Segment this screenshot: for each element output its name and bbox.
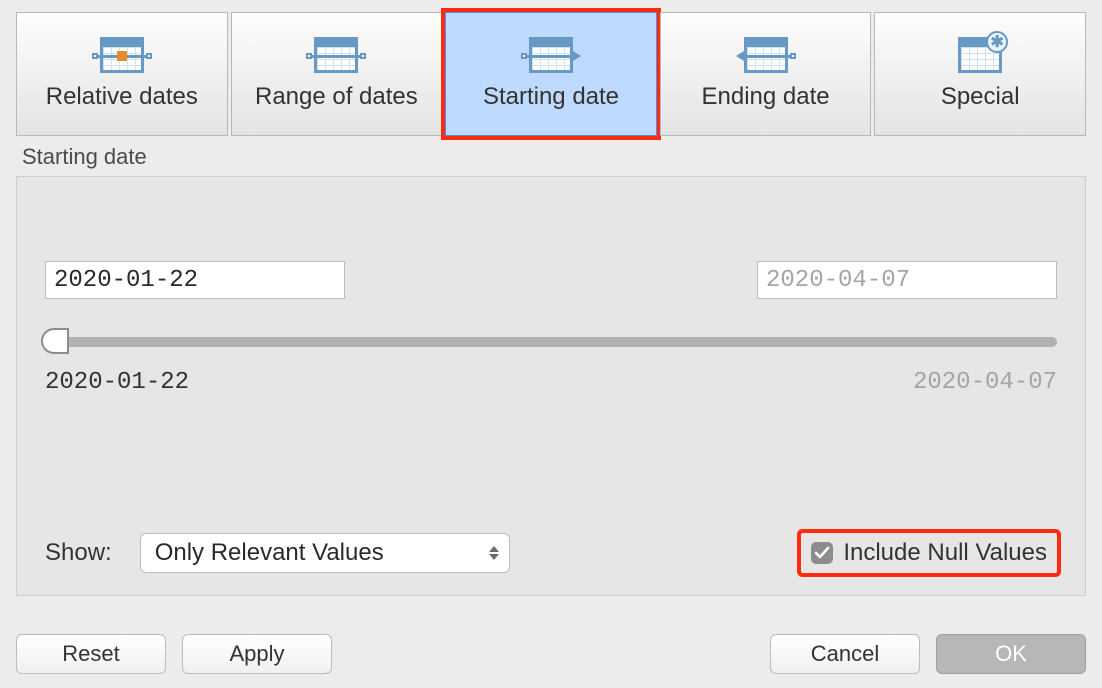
calendar-end-icon <box>744 37 788 73</box>
include-null-label: Include Null Values <box>843 539 1047 567</box>
start-date-input[interactable] <box>45 261 345 299</box>
show-select-value: Only Relevant Values <box>155 539 384 567</box>
show-label: Show: <box>45 539 112 567</box>
tab-range-of-dates[interactable]: Range of dates <box>231 12 443 136</box>
tab-relative-dates[interactable]: Relative dates <box>16 12 228 136</box>
slider-labels: 2020-01-22 2020-04-07 <box>45 369 1057 396</box>
slider-track <box>53 337 1057 347</box>
cancel-button[interactable]: Cancel <box>770 634 920 674</box>
date-filter-dialog: Relative dates Range of dates Starting d… <box>0 0 1102 688</box>
calendar-range-icon <box>314 37 358 73</box>
slider-start-label: 2020-01-22 <box>45 369 189 396</box>
filter-type-tabs: Relative dates Range of dates Starting d… <box>16 12 1086 136</box>
section-title: Starting date <box>22 144 1086 170</box>
check-icon <box>814 545 830 561</box>
show-select[interactable]: Only Relevant Values <box>140 533 510 573</box>
date-inputs-row <box>45 261 1057 299</box>
dialog-footer: Reset Apply Cancel OK <box>16 634 1086 674</box>
tab-label: Relative dates <box>46 83 198 111</box>
calendar-relative-icon <box>100 37 144 73</box>
end-date-input <box>757 261 1057 299</box>
tab-label: Special <box>941 83 1020 111</box>
select-stepper-icon <box>479 534 509 572</box>
starting-date-panel: 2020-01-22 2020-04-07 Show: Only Relevan… <box>16 176 1086 596</box>
calendar-start-icon <box>529 37 573 73</box>
tab-label: Range of dates <box>255 83 418 111</box>
include-null-checkbox[interactable] <box>811 542 833 564</box>
tab-starting-date[interactable]: Starting date <box>445 12 657 136</box>
tab-ending-date[interactable]: Ending date <box>660 12 872 136</box>
date-slider[interactable] <box>45 329 1057 355</box>
show-group: Show: Only Relevant Values <box>45 533 510 573</box>
reset-button[interactable]: Reset <box>16 634 166 674</box>
panel-bottom-row: Show: Only Relevant Values Include Null … <box>45 533 1057 573</box>
tab-special[interactable]: ✱ Special <box>874 12 1086 136</box>
calendar-special-icon: ✱ <box>958 37 1002 73</box>
slider-handle-start[interactable] <box>41 328 67 354</box>
tab-label: Ending date <box>702 83 830 111</box>
tab-label: Starting date <box>483 83 619 111</box>
slider-end-label: 2020-04-07 <box>913 369 1057 396</box>
include-null-group[interactable]: Include Null Values <box>801 533 1057 573</box>
ok-button[interactable]: OK <box>936 634 1086 674</box>
apply-button[interactable]: Apply <box>182 634 332 674</box>
